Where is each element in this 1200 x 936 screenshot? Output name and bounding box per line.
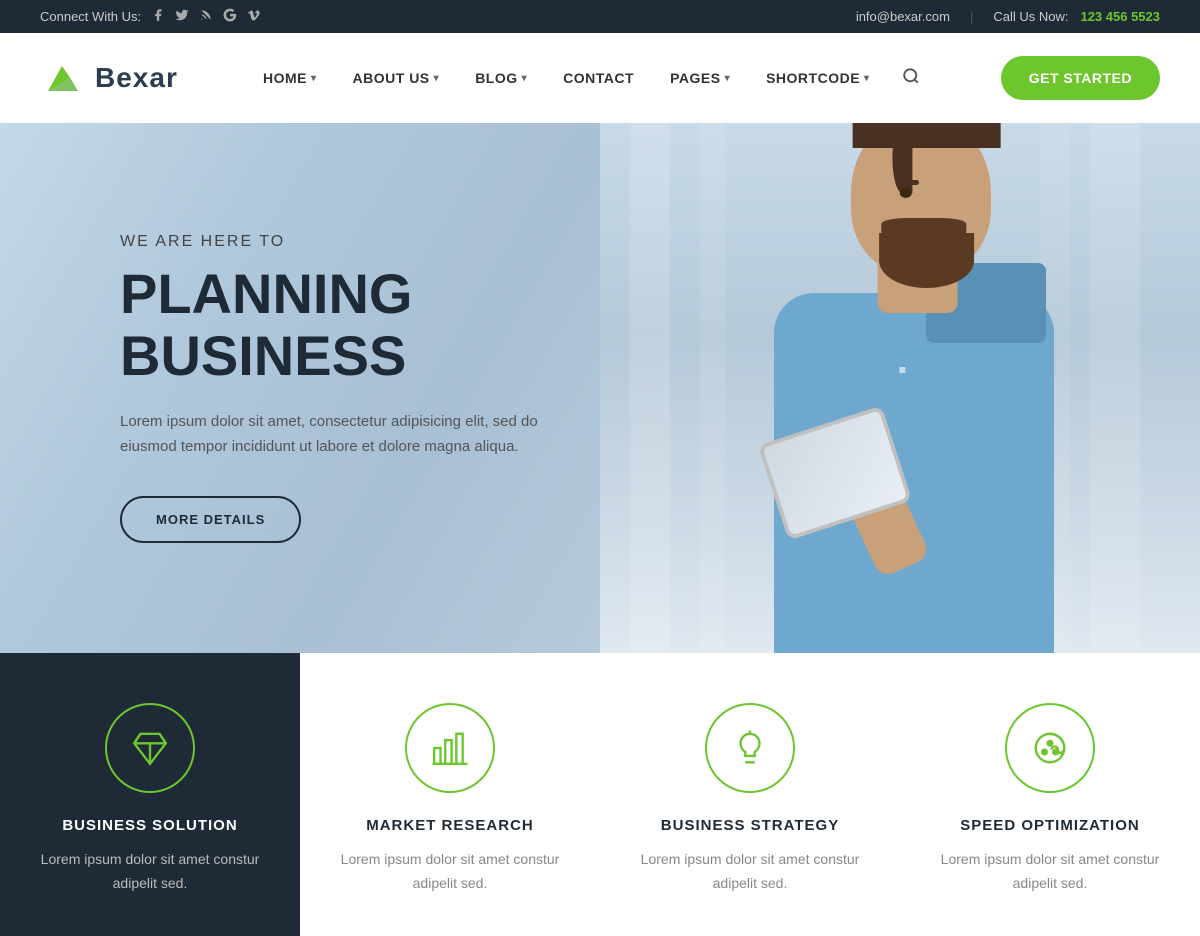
person-eyebrow [899, 180, 919, 185]
search-icon[interactable] [892, 57, 930, 100]
hero-subtitle: WE ARE HERE TO [120, 233, 580, 251]
hero-section: WE ARE HERE TO PLANNING BUSINESS Lorem i… [0, 123, 1200, 653]
nav-home-arrow: ▾ [311, 73, 317, 84]
nav-blog[interactable]: BLOG ▾ [461, 60, 541, 96]
logo[interactable]: Bexar [40, 56, 178, 101]
nav-about-arrow: ▾ [434, 73, 440, 84]
call-label: Call Us Now: [993, 9, 1068, 24]
card-4-desc: Lorem ipsum dolor sit amet constur adipe… [930, 848, 1170, 896]
vimeo-icon[interactable] [247, 8, 261, 25]
card-speed-optimization: SPEED OPTIMIZATION Lorem ipsum dolor sit… [900, 653, 1200, 936]
nav-pages[interactable]: PAGES ▾ [656, 60, 744, 96]
palette-icon [1031, 729, 1069, 767]
card-3-title: BUSINESS STRATEGY [661, 817, 839, 834]
top-bar-right: info@bexar.com | Call Us Now: 123 456 55… [856, 9, 1160, 24]
person-hair [853, 123, 1001, 148]
nav-pages-arrow: ▾ [725, 73, 731, 84]
top-bar: Connect With Us: info@bexar.com | Call U… [0, 0, 1200, 33]
shirt-button [899, 367, 905, 373]
nav-shortcode-arrow: ▾ [864, 73, 870, 84]
card-2-title: MARKET RESEARCH [366, 817, 534, 834]
get-started-button[interactable]: GET STARTED [1001, 56, 1160, 100]
logo-text: Bexar [95, 62, 178, 94]
nav-home[interactable]: HOME ▾ [249, 60, 331, 96]
cards-section: BUSINESS SOLUTION Lorem ipsum dolor sit … [0, 653, 1200, 936]
card-market-research: MARKET RESEARCH Lorem ipsum dolor sit am… [300, 653, 600, 936]
main-nav: HOME ▾ ABOUT US ▾ BLOG ▾ CONTACT PAGES ▾… [249, 57, 930, 100]
nav-blog-arrow: ▾ [522, 73, 528, 84]
hero-title: PLANNING BUSINESS [120, 263, 580, 386]
card-4-icon-circle [1005, 703, 1095, 793]
bar-chart-icon [431, 729, 469, 767]
logo-icon [40, 56, 85, 101]
nav-shortcode[interactable]: SHORTCODE ▾ [752, 60, 883, 96]
person-eye [900, 188, 912, 198]
hero-content: WE ARE HERE TO PLANNING BUSINESS Lorem i… [0, 233, 580, 542]
lightbulb-icon [731, 729, 769, 767]
divider: | [970, 9, 973, 24]
more-details-button[interactable]: MORE DETAILS [120, 496, 301, 543]
nav-about[interactable]: ABOUT US ▾ [339, 60, 454, 96]
card-3-desc: Lorem ipsum dolor sit amet constur adipe… [630, 848, 870, 896]
person-mustache [881, 218, 966, 238]
hero-description: Lorem ipsum dolor sit amet, consectetur … [120, 409, 540, 460]
card-2-desc: Lorem ipsum dolor sit amet constur adipe… [330, 848, 570, 896]
card-3-icon-circle [705, 703, 795, 793]
nav-contact[interactable]: CONTACT [549, 60, 648, 96]
card-1-desc: Lorem ipsum dolor sit amet constur adipe… [30, 848, 270, 896]
card-1-title: BUSINESS SOLUTION [62, 817, 237, 834]
social-icons [151, 8, 261, 25]
google-icon[interactable] [223, 8, 237, 25]
card-2-icon-circle [405, 703, 495, 793]
email: info@bexar.com [856, 9, 950, 24]
twitter-icon[interactable] [175, 8, 189, 25]
card-business-solution: BUSINESS SOLUTION Lorem ipsum dolor sit … [0, 653, 300, 936]
card-4-title: SPEED OPTIMIZATION [960, 817, 1139, 834]
connect-label: Connect With Us: [40, 9, 141, 24]
rss-icon[interactable] [199, 8, 213, 25]
hero-image-area [600, 123, 1200, 653]
diamond-icon [131, 729, 169, 767]
card-1-icon-circle [105, 703, 195, 793]
top-bar-left: Connect With Us: [40, 8, 261, 25]
card-business-strategy: BUSINESS STRATEGY Lorem ipsum dolor sit … [600, 653, 900, 936]
person-beard [879, 233, 974, 288]
facebook-icon[interactable] [151, 8, 165, 25]
header: Bexar HOME ▾ ABOUT US ▾ BLOG ▾ CONTACT P… [0, 33, 1200, 123]
phone-number: 123 456 5523 [1080, 9, 1160, 24]
